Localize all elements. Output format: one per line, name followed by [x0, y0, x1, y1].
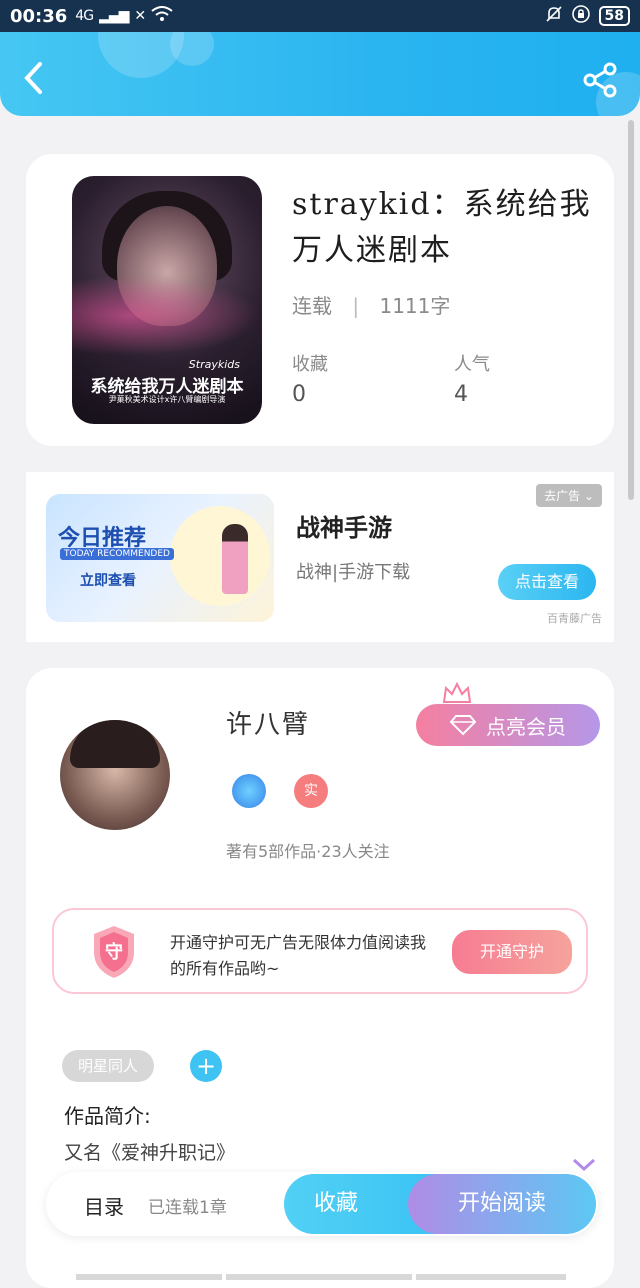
- lock-rotation-icon: [571, 4, 591, 29]
- scrollbar[interactable]: [628, 120, 634, 500]
- book-cover[interactable]: Straykids 系统给我万人迷剧本 尹菓秋美术设计x许八臂编剧导演: [72, 176, 262, 424]
- ad-source: 百青藤广告: [547, 612, 602, 625]
- verified-badge: 实: [294, 774, 328, 808]
- ad-title: 战神手游: [296, 514, 392, 542]
- favorites-value: 0: [292, 382, 306, 407]
- no-signal-icon: ✕: [134, 8, 146, 24]
- expand-chevron-icon[interactable]: [572, 1158, 596, 1172]
- guard-text: 开通守护可无广告无限体力值阅读我的所有作品哟~: [170, 933, 427, 978]
- ad-description: 战神|手游下载: [296, 562, 411, 583]
- genre-tag[interactable]: 明星同人: [62, 1050, 155, 1082]
- ad-banner-sub: TODAY RECOMMENDED: [60, 548, 174, 560]
- battery-indicator: 58: [598, 6, 630, 26]
- signal-4g-icon: 4G: [75, 8, 94, 24]
- status-bar: 00:36 4G ▂▄▆ ✕ 58: [0, 0, 640, 32]
- signal-bars-icon: ▂▄▆: [99, 8, 129, 24]
- ad-card[interactable]: 今日推荐 TODAY RECOMMENDED 立即查看 战神手游 战神|手游下载…: [26, 472, 614, 642]
- serial-status: 连载: [292, 294, 332, 318]
- book-title: straykid：系统给我万人迷剧本: [292, 187, 592, 268]
- cover-credit: 尹菓秋美术设计x许八臂编剧导演: [108, 395, 226, 404]
- toc-count: 已连载1章: [148, 1198, 227, 1218]
- clock: 00:36: [10, 5, 68, 27]
- popularity-value: 4: [454, 382, 468, 407]
- guard-promo: 守 开通守护可无广告无限体力值阅读我的所有作品哟~ 开通守护: [52, 908, 588, 994]
- word-count: 1111字: [379, 294, 451, 318]
- vip-button[interactable]: 点亮会员: [416, 704, 600, 746]
- start-reading-button[interactable]: 开始阅读: [408, 1174, 596, 1234]
- wifi-icon: [151, 6, 173, 26]
- ad-banner[interactable]: 今日推荐 TODAY RECOMMENDED 立即查看: [46, 494, 274, 622]
- back-button[interactable]: [22, 60, 50, 96]
- decor-bubble: [170, 32, 214, 66]
- book-info-card: Straykids 系统给我万人迷剧本 尹菓秋美术设计x许八臂编剧导演 stra…: [26, 154, 614, 446]
- chevron-left-icon: [24, 62, 42, 94]
- cover-brand: Straykids: [188, 358, 240, 371]
- phone-badge-icon: [232, 774, 266, 808]
- guard-button[interactable]: 开通守护: [452, 930, 572, 974]
- top-bar: [0, 32, 640, 116]
- intro-text: 又名《爱神升职记》: [64, 1142, 236, 1164]
- ad-illustration: [222, 524, 248, 594]
- ad-banner-cta: 立即查看: [80, 573, 136, 589]
- diamond-icon: [450, 715, 476, 736]
- author-works-count: 著有5部作品·23人关注: [226, 842, 390, 861]
- author-avatar[interactable]: [60, 720, 170, 830]
- remove-ad-button[interactable]: 去广告 ⌄: [536, 484, 602, 507]
- popularity-label: 人气: [454, 354, 490, 375]
- chevron-down-icon: ⌄: [583, 489, 594, 503]
- bottom-action-bar: 目录 已连载1章 收藏 开始阅读: [46, 1172, 598, 1236]
- intro-label: 作品简介:: [64, 1104, 151, 1128]
- author-name: 许八臂: [226, 710, 311, 740]
- share-icon: [583, 62, 617, 98]
- toc-button[interactable]: 目录: [84, 1191, 124, 1220]
- crown-icon: [442, 682, 472, 703]
- favorites-label: 收藏: [292, 354, 328, 375]
- add-tag-button[interactable]: +: [190, 1050, 222, 1082]
- share-button[interactable]: [582, 62, 618, 98]
- ad-view-button[interactable]: 点击查看: [498, 564, 596, 600]
- shield-icon: 守: [90, 924, 138, 980]
- mute-icon: [545, 5, 563, 28]
- book-status: 连载 | 1111字: [292, 294, 451, 318]
